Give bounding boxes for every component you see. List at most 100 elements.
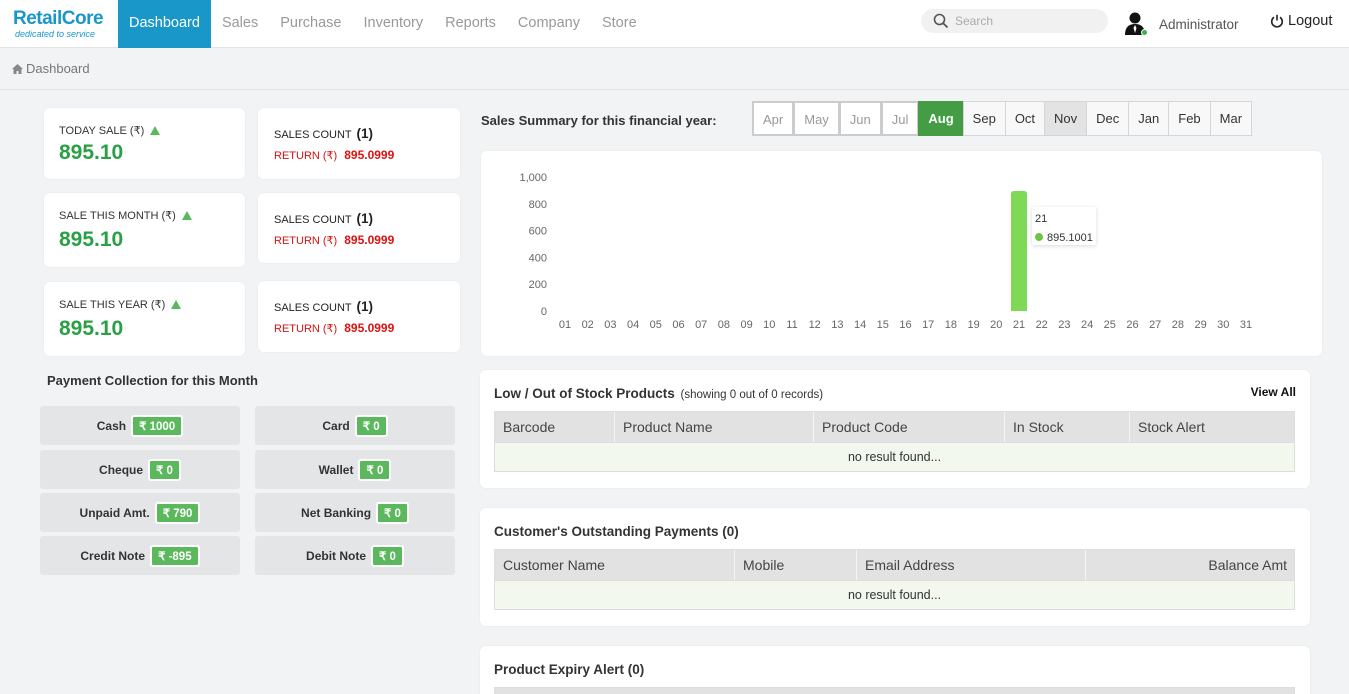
logout-button[interactable]: Logout [1270, 13, 1332, 29]
sales-count-row: SALES COUNT (1) [274, 126, 373, 141]
low-stock-empty-row: no result found... [494, 443, 1295, 472]
payment-amount-badge: ₹ 790 [154, 501, 201, 524]
month-oct[interactable]: Oct [1004, 101, 1046, 136]
column-header[interactable]: Barcode [495, 412, 615, 442]
tooltip-value: 895.1001 [1047, 232, 1093, 244]
sales-count-label: SALES COUNT [274, 302, 352, 314]
y-tick-label: 800 [529, 199, 547, 211]
payment-collection-title: Payment Collection for this Month [47, 373, 258, 388]
column-header[interactable]: In Stock [1005, 412, 1130, 442]
column-header[interactable]: Balance Amt [1086, 550, 1294, 580]
user-name: Administrator [1159, 16, 1239, 32]
column-header[interactable]: Email Address [857, 550, 1086, 580]
month-mar[interactable]: Mar [1209, 101, 1253, 136]
return-row: RETURN (₹) 895.0999 [274, 148, 394, 162]
sales-count-row: SALES COUNT (1) [274, 299, 373, 314]
low-stock-subtitle: (showing 0 out of 0 records) [680, 389, 824, 401]
payment-amount-badge: ₹ 0 [371, 544, 404, 567]
nav-company[interactable]: Company [507, 0, 591, 48]
view-all-link[interactable]: View All [1251, 385, 1296, 399]
x-tick-label: 06 [672, 319, 684, 331]
month-sep[interactable]: Sep [962, 101, 1006, 136]
divider [0, 89, 1349, 90]
top-navbar: RetailCore dedicated to service Dashboar… [0, 0, 1349, 48]
low-stock-card: Low / Out of Stock Products (showing 0 o… [480, 370, 1310, 488]
x-tick-label: 19 [967, 319, 979, 331]
payment-amount-badge: ₹ -895 [150, 544, 200, 567]
sales-chart-card: 0 200 400 600 800 1,000 01 02 03 04 05 06 07 08 09 10 11… [481, 151, 1322, 356]
search-box [921, 9, 1108, 33]
column-header[interactable]: Customer Name [495, 550, 735, 580]
tooltip-label: 21 [1035, 213, 1047, 225]
payment-name: Cash [96, 418, 127, 433]
x-tick-label: 28 [1172, 319, 1184, 331]
month-sale-card: SALE THIS MONTH (₹) 895.10 [44, 193, 245, 267]
column-header[interactable]: Mobile [735, 550, 857, 580]
month-jul[interactable]: Jul [880, 101, 920, 136]
month-jan[interactable]: Jan [1128, 101, 1170, 136]
payment-name: Net Banking [301, 505, 372, 520]
month-apr[interactable]: Apr [752, 101, 795, 136]
y-tick-label: 200 [529, 279, 547, 291]
x-tick-label: 14 [854, 319, 866, 331]
logout-label: Logout [1288, 13, 1333, 29]
column-header[interactable]: Product Code [814, 412, 1005, 442]
month-feb[interactable]: Feb [1168, 101, 1211, 136]
home-icon [12, 63, 23, 74]
sales-count-label: SALES COUNT [274, 129, 352, 141]
payment-amount-badge: ₹ 0 [148, 458, 181, 481]
low-stock-title-row: Low / Out of Stock Products (showing 0 o… [494, 386, 823, 401]
month-nov[interactable]: Nov [1044, 101, 1088, 136]
nav-reports[interactable]: Reports [434, 0, 507, 48]
sales-bar-chart: 0 200 400 600 800 1,000 01 02 03 04 05 06 07 08 09 10 11… [519, 172, 1252, 331]
payment-unpaid: Unpaid Amt. ₹ 790 [40, 493, 240, 532]
sales-count: (1) [356, 211, 374, 226]
column-header[interactable]: Product Name [615, 412, 814, 442]
stat-label: SALE THIS YEAR (₹) [59, 299, 166, 311]
x-tick-label: 18 [945, 319, 957, 331]
low-stock-table-header: Barcode Product Name Product Code In Sto… [494, 411, 1295, 443]
tooltip-series-dot [1035, 233, 1043, 242]
stat-value: 895.10 [59, 317, 124, 340]
nav-inventory[interactable]: Inventory [352, 0, 434, 48]
x-tick-label: 09 [740, 319, 752, 331]
month-aug[interactable]: Aug [918, 101, 964, 136]
y-tick-label: 600 [529, 226, 547, 238]
nav-purchase[interactable]: Purchase [269, 0, 352, 48]
column-header[interactable]: Stock Alert [1130, 412, 1294, 442]
outstanding-title: Customer's Outstanding Payments (0) [494, 524, 739, 539]
user-menu[interactable]: Administrator [1124, 11, 1239, 37]
breadcrumb-label[interactable]: Dashboard [26, 61, 90, 76]
nav-dashboard[interactable]: Dashboard [118, 0, 211, 48]
brand-logo[interactable]: RetailCore dedicated to service [13, 8, 113, 40]
payment-name: Card [322, 418, 350, 433]
y-tick-label: 400 [529, 252, 547, 264]
x-tick-label: 30 [1217, 319, 1229, 331]
nav-sales[interactable]: Sales [211, 0, 269, 48]
payment-amount-badge: ₹ 0 [354, 414, 388, 437]
x-tick-label: 16 [899, 319, 911, 331]
brand-name: RetailCore [13, 8, 104, 29]
payment-amount-badge: ₹ 1000 [131, 414, 184, 437]
payment-name: Wallet [318, 462, 354, 477]
x-tick-label: 24 [1081, 319, 1093, 331]
x-tick-label: 11 [786, 319, 797, 331]
power-icon [1270, 14, 1284, 28]
month-jun[interactable]: Jun [838, 101, 882, 136]
month-dec[interactable]: Dec [1086, 101, 1130, 136]
return-row: RETURN (₹) 895.0999 [274, 233, 394, 247]
up-arrow-icon [150, 126, 161, 135]
month-may[interactable]: May [793, 101, 840, 136]
search-input[interactable] [955, 12, 1100, 30]
stat-value: 895.10 [59, 141, 124, 164]
payment-amount-badge: ₹ 0 [376, 501, 409, 524]
x-tick-label: 02 [582, 319, 594, 331]
return-label: RETURN (₹) [274, 150, 338, 162]
return-value: 895.0999 [344, 321, 395, 335]
chart-bar [1011, 191, 1027, 311]
x-tick-label: 03 [604, 319, 616, 331]
chart-tooltip: 21895.1001 [1032, 207, 1096, 246]
month-selector: Apr May Jun Jul Aug Sep Oct Nov Dec Jan … [752, 101, 1253, 136]
outstanding-table-header: Customer Name Mobile Email Address Balan… [494, 549, 1295, 581]
nav-store[interactable]: Store [591, 0, 648, 48]
